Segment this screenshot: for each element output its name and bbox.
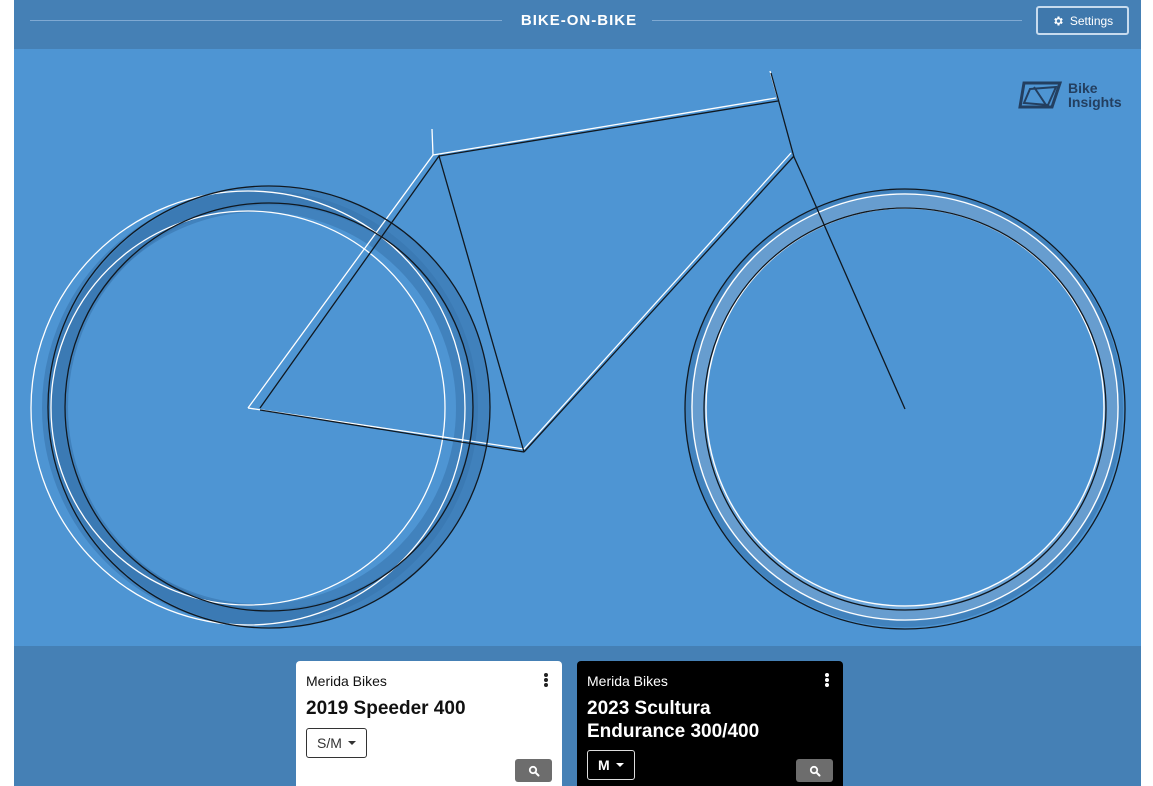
bike-a-down-tube [523,152,792,450]
bike-b-top-tube [438,100,779,157]
bike-a-front-wheel-inner [705,207,1105,607]
header-divider-left [30,20,502,21]
settings-label: Settings [1069,13,1114,28]
settings-button[interactable]: Settings [1036,6,1129,35]
bike-insights-logo-text: Bike Insights [1068,81,1122,109]
bike-b-down-tube [523,155,795,453]
rear-tire-band-b [50,187,490,627]
bike-a-outline [30,70,1119,626]
bike-comparison-canvas: Bike Insights [14,49,1141,646]
logo-line-2: Insights [1068,94,1122,110]
bike-card-a: Merida Bikes 2019 Speeder 400 S/M [296,661,562,786]
size-select[interactable]: S/M [306,728,367,758]
header-divider-right [652,20,1022,21]
bike-insights-logo: Bike Insights [1018,79,1128,115]
bike-details-button[interactable] [796,759,833,782]
bike-card-brand: Merida Bikes [587,673,668,689]
bike-card-menu-icon[interactable] [542,673,550,689]
bike-card-menu-icon[interactable] [823,673,831,689]
app-header: BIKE-ON-BIKE Settings [14,0,1141,48]
size-select-value: M [598,757,610,773]
bike-card-model: 2019 Speeder 400 [306,698,466,719]
bike-details-button[interactable] [515,759,552,782]
page-title: BIKE-ON-BIKE [520,12,638,29]
logo-line-1: Bike [1068,80,1098,96]
size-select-value: S/M [317,735,342,751]
size-select[interactable]: M [587,750,635,780]
app-root: BIKE-ON-BIKE Settings Bike Insights Meri… [14,0,1141,786]
bike-a-top-tube [432,97,777,156]
front-tire-band-a [691,193,1119,621]
bike-card-model: 2023 Scultura Endurance 300/400 [587,698,760,742]
caret-down-icon [615,763,624,767]
bike-insights-logo-icon [1018,81,1063,109]
search-icon [528,765,539,776]
tire-bands [42,187,1123,627]
caret-down-icon [347,741,356,745]
gear-icon [1054,16,1063,25]
bike-selection-panel: Merida Bikes 2019 Speeder 400 S/M Merida… [14,646,1141,786]
bike-card-brand: Merida Bikes [306,673,387,689]
bike-geometry-overlay [30,70,1126,630]
bike-card-b: Merida Bikes 2023 Scultura Endurance 300… [577,661,843,786]
bike-b-outline [47,72,1126,630]
search-icon [809,765,820,776]
